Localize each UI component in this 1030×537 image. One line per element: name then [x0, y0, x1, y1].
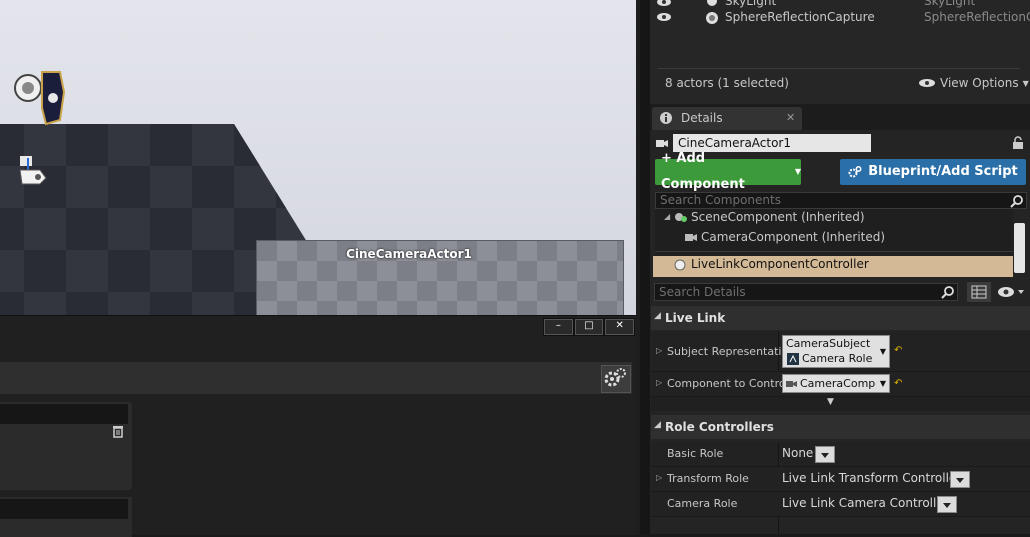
- outliner-row-type: SkyLight: [924, 0, 976, 8]
- outliner-row-type: SphereReflectionC: [924, 10, 1030, 24]
- close-tab-icon[interactable]: ✕: [786, 111, 795, 124]
- info-icon: [660, 112, 672, 124]
- blueprint-add-script-button[interactable]: Blueprint/Add Script: [840, 159, 1026, 185]
- outliner-divider: [658, 68, 1020, 69]
- panel-card: [0, 497, 132, 537]
- camera-component-icon: [786, 381, 797, 387]
- property-label: Subject Representatic: [667, 345, 788, 358]
- blueprint-add-script-label: Blueprint/Add Script: [868, 164, 1018, 179]
- grid-icon: [971, 285, 987, 299]
- tab-details[interactable]: [652, 107, 802, 130]
- reflection-capture-icon[interactable]: [12, 68, 68, 128]
- expand-arrow-icon[interactable]: ▷: [656, 378, 662, 387]
- visibility-eye-icon[interactable]: [656, 12, 672, 22]
- search-components-placeholder: Search Components: [660, 193, 781, 207]
- add-component-label: + Add Component: [661, 151, 745, 192]
- component-item-selected[interactable]: LiveLinkComponentController: [691, 257, 869, 271]
- search-details-input[interactable]: Search Details: [654, 283, 958, 301]
- camera-component-icon: [685, 234, 697, 241]
- camera-actor-label: CineCameraActor1: [346, 247, 472, 261]
- tree-divider: [655, 251, 1013, 252]
- scene-component-icon: [675, 213, 687, 222]
- gears-icon: [848, 166, 862, 178]
- subject-role: Camera Role: [802, 352, 873, 365]
- light-actor-icon[interactable]: [16, 154, 50, 188]
- collapse-arrow-icon: ◢: [654, 420, 661, 430]
- property-matrix-button[interactable]: [967, 282, 991, 302]
- view-options-label: View Options: [940, 76, 1019, 90]
- gears-icon: [604, 368, 626, 387]
- search-components-input[interactable]: Search Components: [655, 192, 1027, 209]
- search-icon: [941, 286, 954, 299]
- category-role-controllers[interactable]: ◢ Role Controllers: [651, 415, 1030, 439]
- collapse-arrow-icon: ◢: [654, 311, 661, 321]
- component-item[interactable]: CameraComponent (Inherited): [701, 230, 885, 244]
- sphere-reflection-icon: [706, 12, 718, 24]
- settings-button[interactable]: [601, 365, 631, 393]
- basic-role-dropdown[interactable]: [815, 446, 835, 463]
- chevron-down-icon: ▼: [1022, 78, 1029, 88]
- transform-role-value: Live Link Transform Controller: [782, 471, 962, 485]
- outliner-row-name[interactable]: SphereReflectionCapture: [725, 10, 875, 24]
- chevron-down-icon: ▼: [879, 379, 886, 388]
- minimize-button[interactable]: –: [544, 319, 573, 335]
- subject-name: CameraSubject: [786, 337, 871, 350]
- visibility-eye-icon[interactable]: [656, 0, 672, 7]
- property-label: Camera Role: [667, 497, 738, 510]
- expand-arrow-icon[interactable]: ▷: [656, 473, 662, 482]
- reset-to-default-icon[interactable]: ↶: [894, 345, 902, 356]
- advanced-arrow-icon: ▼: [827, 397, 834, 407]
- livelink-component-icon: [674, 259, 686, 271]
- chevron-down-icon: ▼: [794, 167, 801, 176]
- panel-splitter[interactable]: [640, 0, 650, 534]
- basic-role-value: None: [782, 446, 814, 460]
- category-title: Live Link: [665, 311, 726, 325]
- component-tree-scrollbar[interactable]: [1014, 223, 1025, 273]
- visibility-filter-icon[interactable]: [996, 284, 1026, 300]
- tab-details-label: Details: [681, 111, 723, 125]
- search-icon: [1010, 195, 1023, 208]
- panel-toolbar: [0, 362, 632, 394]
- add-component-button[interactable]: + Add Component ▼: [655, 151, 801, 192]
- lock-icon[interactable]: [1012, 136, 1024, 150]
- category-live-link[interactable]: ◢ Live Link: [651, 306, 1030, 330]
- camera-role-value: Live Link Camera Controller: [782, 496, 949, 510]
- skylight-icon: [707, 0, 717, 6]
- camera-role-dropdown[interactable]: [937, 496, 957, 513]
- subject-representation-combo[interactable]: CameraSubject Camera Role ▼: [782, 335, 890, 368]
- property-label: Transform Role: [667, 472, 749, 485]
- view-options-button[interactable]: View Options ▼: [918, 76, 1029, 90]
- trash-icon[interactable]: [111, 424, 125, 438]
- category-title: Role Controllers: [665, 420, 774, 434]
- window-controls: – □ ✕: [543, 318, 635, 336]
- close-button[interactable]: ✕: [605, 319, 635, 335]
- component-item[interactable]: SceneComponent (Inherited): [691, 210, 865, 224]
- search-details-placeholder: Search Details: [659, 285, 746, 299]
- maximize-button[interactable]: □: [574, 319, 604, 335]
- chevron-down-icon: ▼: [879, 347, 886, 356]
- property-label: Basic Role: [667, 447, 724, 460]
- advanced-expander[interactable]: ▼: [651, 397, 1030, 411]
- panel-card-header: [0, 499, 128, 519]
- component-value: CameraCompor: [800, 377, 876, 390]
- role-icon: [787, 353, 799, 365]
- outliner-row-name[interactable]: SkyLight: [725, 0, 776, 8]
- actor-count: 8 actors (1 selected): [665, 76, 789, 90]
- tree-expander-icon[interactable]: ◢: [664, 212, 670, 221]
- reset-to-default-icon[interactable]: ↶: [894, 378, 902, 389]
- property-label: Component to Control: [667, 377, 789, 390]
- panel-card-header: [0, 404, 128, 424]
- expand-arrow-icon[interactable]: ▷: [656, 346, 662, 355]
- panel-card: [0, 402, 132, 490]
- transform-role-dropdown[interactable]: [950, 471, 970, 488]
- eye-icon: [919, 79, 935, 87]
- component-to-control-combo[interactable]: CameraCompor ▼: [782, 374, 890, 393]
